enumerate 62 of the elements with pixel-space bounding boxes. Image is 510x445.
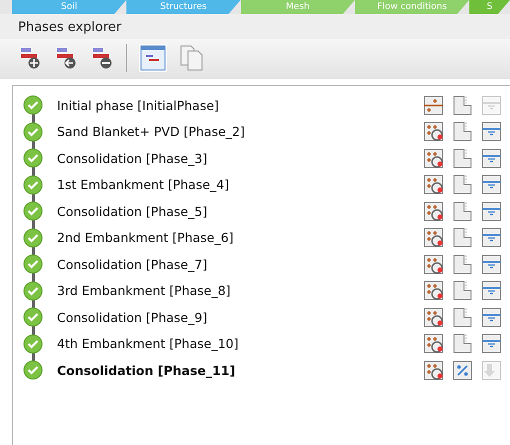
points-clock-icon[interactable] (423, 306, 444, 328)
phase-label[interactable]: Consolidation [Phase_9] (47, 310, 423, 325)
points-clock-icon[interactable] (423, 360, 444, 381)
page-icon[interactable] (452, 333, 473, 354)
water-level-icon[interactable] (481, 227, 502, 248)
page-icon[interactable] (452, 280, 473, 302)
page-icon[interactable] (452, 306, 473, 328)
check-icon (23, 307, 43, 328)
phase-label[interactable]: Sand Blanket+ PVD [Phase_2] (47, 124, 423, 140)
page-icon[interactable] (452, 174, 473, 196)
points-clock-icon[interactable] (423, 333, 444, 354)
toolbar-button[interactable] (18, 45, 42, 71)
check-icon (23, 360, 43, 380)
add-phase-icon (19, 46, 41, 70)
check-icon (23, 334, 43, 354)
water-level-icon[interactable] (481, 333, 502, 354)
percent-icon[interactable] (452, 360, 473, 381)
check-icon (23, 122, 43, 142)
phase-label[interactable]: 3rd Embankment [Phase_8] (47, 283, 423, 298)
check-icon (23, 174, 43, 195)
page-icon[interactable] (452, 227, 473, 248)
phase-label[interactable]: Consolidation [Phase_11] (47, 362, 423, 378)
water-level-icon[interactable] (481, 121, 502, 142)
phase-label[interactable]: 4th Embankment [Phase_10] (47, 336, 423, 352)
toolbar-button[interactable] (90, 45, 114, 71)
check-icon (23, 280, 43, 301)
toolbar-button[interactable] (54, 45, 78, 71)
copy-icon (180, 45, 204, 71)
page-icon[interactable] (452, 254, 473, 275)
check-icon (23, 201, 43, 222)
points-clock-icon[interactable] (423, 121, 444, 142)
check-icon (23, 254, 43, 274)
phase-label[interactable]: Consolidation [Phase_3] (47, 150, 423, 166)
page-icon[interactable] (452, 200, 473, 222)
points-clock-icon[interactable] (423, 227, 444, 248)
water-level-icon[interactable] (481, 254, 502, 275)
points-clock-icon[interactable] (423, 148, 444, 169)
water-level-icon[interactable] (481, 280, 502, 302)
water-level-icon[interactable] (481, 148, 502, 169)
page-icon[interactable] (452, 148, 473, 169)
check-icon (23, 228, 43, 248)
page-icon[interactable] (452, 94, 473, 116)
phase-label[interactable]: Consolidation [Phase_5] (47, 204, 423, 219)
phase-label[interactable]: 2nd Embankment [Phase_6] (47, 230, 423, 246)
window-icon (140, 45, 166, 71)
check-icon (23, 148, 43, 168)
phase-label[interactable]: 1st Embankment [Phase_4] (47, 177, 423, 192)
points-clock-icon[interactable] (423, 280, 444, 302)
check-icon (23, 95, 43, 116)
insert-phase-icon (55, 46, 77, 70)
points-clock-icon[interactable] (423, 254, 444, 275)
water-level-icon[interactable] (481, 200, 502, 222)
points-clock-icon[interactable] (423, 200, 444, 222)
toolbar-button[interactable] (139, 44, 167, 72)
water-level-icon[interactable] (481, 306, 502, 328)
page-icon[interactable] (452, 121, 473, 142)
water-level-icon[interactable] (481, 174, 502, 196)
points-clock-icon[interactable] (423, 174, 444, 196)
panel-title: Phases explorer (0, 14, 510, 39)
phase-label[interactable]: Consolidation [Phase_7] (47, 256, 423, 272)
phase-label[interactable]: Initial phase [InitialPhase] (47, 98, 423, 113)
delete-phase-icon (91, 46, 113, 70)
